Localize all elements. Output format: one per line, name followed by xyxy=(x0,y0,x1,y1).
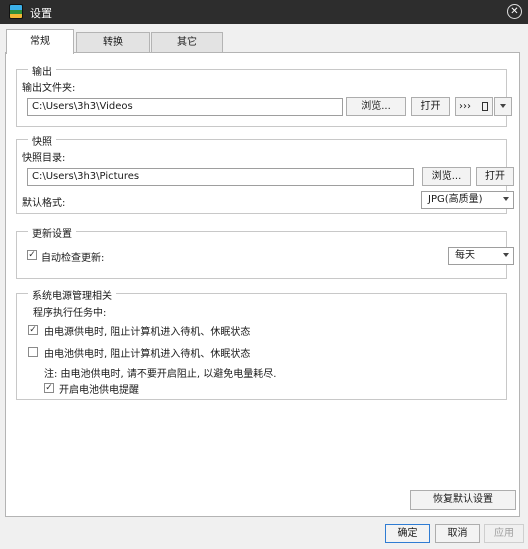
update-legend: 更新设置 xyxy=(28,225,76,240)
snapshot-dir-field[interactable]: C:\Users\3h3\Pictures xyxy=(27,168,414,186)
settings-panel: 输出 输出文件夹: C:\Users\3h3\Videos 浏览... 打开 ›… xyxy=(5,52,520,517)
close-button[interactable]: ✕ xyxy=(507,4,522,19)
auto-check-label: 自动检查更新: xyxy=(41,253,105,264)
output-browse-button[interactable]: 浏览... xyxy=(346,97,406,116)
snapshot-browse-button[interactable]: 浏览... xyxy=(422,167,471,186)
chevron-down-icon xyxy=(500,104,506,108)
checkmark-icon: ✓ xyxy=(45,383,53,393)
checkmark-icon: ✓ xyxy=(29,325,37,335)
battery-reminder-checkbox[interactable]: ✓ xyxy=(44,383,54,393)
output-open-button[interactable]: 打开 xyxy=(411,97,450,116)
update-group: 更新设置 ✓ 自动检查更新: 每天 xyxy=(16,225,514,279)
output-folder-label: 输出文件夹: xyxy=(22,83,76,94)
snapshot-format-label: 默认格式: xyxy=(22,198,66,209)
title-bar: 设置 ✕ xyxy=(0,0,528,24)
ac-power-label: 由电源供电时, 阻止计算机进入待机、休眠状态 xyxy=(44,327,251,338)
snapshot-open-button[interactable]: 打开 xyxy=(476,167,514,186)
chevron-down-icon xyxy=(503,197,509,201)
output-group: 输出 输出文件夹: C:\Users\3h3\Videos 浏览... 打开 ›… xyxy=(16,63,512,127)
update-frequency-value: 每天 xyxy=(455,250,475,261)
snapshot-group: 快照 快照目录: C:\Users\3h3\Pictures 浏览... 打开 … xyxy=(16,133,514,214)
chevron-down-icon xyxy=(503,253,509,257)
checkmark-icon: ✓ xyxy=(28,250,36,260)
snapshot-format-value: JPG(高质量) xyxy=(428,194,483,205)
power-subtitle: 程序执行任务中: xyxy=(33,308,107,319)
power-group: 系统电源管理相关 程序执行任务中: ✓ 由电源供电时, 阻止计算机进入待机、休眠… xyxy=(16,287,507,400)
snapshot-format-select[interactable]: JPG(高质量) xyxy=(421,191,514,209)
snapshot-legend: 快照 xyxy=(28,133,56,148)
update-frequency-select[interactable]: 每天 xyxy=(448,247,514,265)
battery-power-checkbox[interactable] xyxy=(28,347,38,357)
apply-button[interactable]: 应用 xyxy=(484,524,524,543)
tab-other[interactable]: 其它 xyxy=(151,32,223,52)
close-icon: ✕ xyxy=(510,5,519,17)
tab-general[interactable]: 常规 xyxy=(6,29,74,54)
settings-app-icon xyxy=(9,4,23,19)
auto-check-checkbox[interactable]: ✓ xyxy=(27,250,37,260)
battery-reminder-label: 开启电池供电提醒 xyxy=(59,385,139,396)
device-icon xyxy=(482,102,488,111)
battery-note: 注: 由电池供电时, 请不要开启阻止, 以避免电量耗尽. xyxy=(44,369,277,380)
battery-power-label: 由电池供电时, 阻止计算机进入待机、休眠状态 xyxy=(44,349,251,360)
ok-button[interactable]: 确定 xyxy=(385,524,430,543)
forward-arrows-icon: ››› xyxy=(459,101,471,112)
output-dropdown-button[interactable] xyxy=(494,97,512,116)
output-folder-field[interactable]: C:\Users\3h3\Videos xyxy=(27,98,343,116)
restore-defaults-button[interactable]: 恢复默认设置 xyxy=(410,490,516,510)
window-title: 设置 xyxy=(30,7,52,20)
cancel-button[interactable]: 取消 xyxy=(435,524,480,543)
tab-convert[interactable]: 转换 xyxy=(76,32,150,52)
snapshot-dir-label: 快照目录: xyxy=(22,153,66,164)
output-extra-button[interactable]: ››› xyxy=(455,97,493,116)
ac-power-checkbox[interactable]: ✓ xyxy=(28,325,38,335)
output-legend: 输出 xyxy=(28,63,56,78)
power-legend: 系统电源管理相关 xyxy=(28,287,116,302)
